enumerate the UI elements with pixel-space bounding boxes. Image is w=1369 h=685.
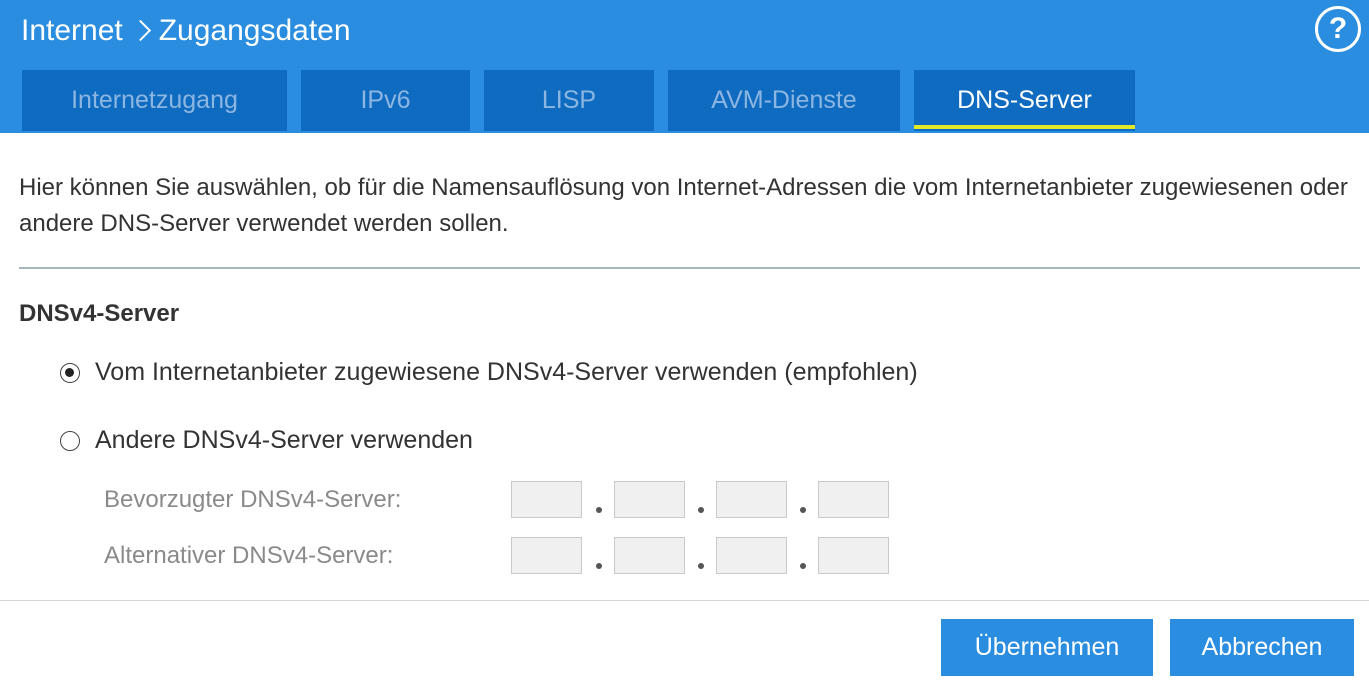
breadcrumb-root[interactable]: Internet [21,12,123,50]
radio-button-unchecked[interactable] [60,430,80,451]
preferred-dns-octet-3[interactable] [716,481,787,518]
octet-separator-dot [698,563,704,569]
help-icon[interactable]: ? [1315,6,1361,52]
radio-option-other-dns[interactable]: Andere DNSv4-Server verwenden [60,426,473,455]
alternative-dns-octet-1[interactable] [511,537,582,574]
breadcrumb: Internet Zugangsdaten [21,12,351,50]
alternative-dns-octet-3[interactable] [716,537,787,574]
octet-separator-dot [800,563,806,569]
footer-divider [0,600,1369,601]
chevron-right-icon [133,18,151,44]
octet-separator-dot [596,507,602,513]
preferred-dns-label: Bevorzugter DNSv4-Server: [104,486,402,513]
tab-avm-dienste[interactable]: AVM-Dienste [668,70,900,131]
alternative-dns-octet-2[interactable] [614,537,685,574]
preferred-dns-octet-1[interactable] [511,481,582,518]
divider [19,267,1360,269]
octet-separator-dot [596,563,602,569]
preferred-dns-octet-2[interactable] [614,481,685,518]
radio-label-provider-dns: Vom Internetanbieter zugewiesene DNSv4-S… [95,358,918,386]
radio-label-other-dns: Andere DNSv4-Server verwenden [95,426,473,454]
tab-dns-server[interactable]: DNS-Server [914,70,1135,131]
octet-separator-dot [698,507,704,513]
apply-button[interactable]: Übernehmen [941,619,1153,676]
breadcrumb-current: Zugangsdaten [158,14,351,47]
tab-internetzugang[interactable]: Internetzugang [22,70,287,131]
header-bar: Internet Zugangsdaten ? Internetzugang I… [0,0,1369,133]
intro-text: Hier können Sie auswählen, ob für die Na… [19,174,1348,237]
octet-separator-dot [800,507,806,513]
tab-ipv6[interactable]: IPv6 [301,70,470,131]
radio-option-provider-dns[interactable]: Vom Internetanbieter zugewiesene DNSv4-S… [60,358,918,387]
alternative-dns-label: Alternativer DNSv4-Server: [104,542,394,569]
preferred-dns-octet-4[interactable] [818,481,889,518]
tab-lisp[interactable]: LISP [484,70,654,131]
alternative-dns-octet-4[interactable] [818,537,889,574]
section-title-dnsv4: DNSv4-Server [19,300,180,327]
cancel-button[interactable]: Abbrechen [1170,619,1354,676]
radio-button-checked[interactable] [60,362,80,383]
